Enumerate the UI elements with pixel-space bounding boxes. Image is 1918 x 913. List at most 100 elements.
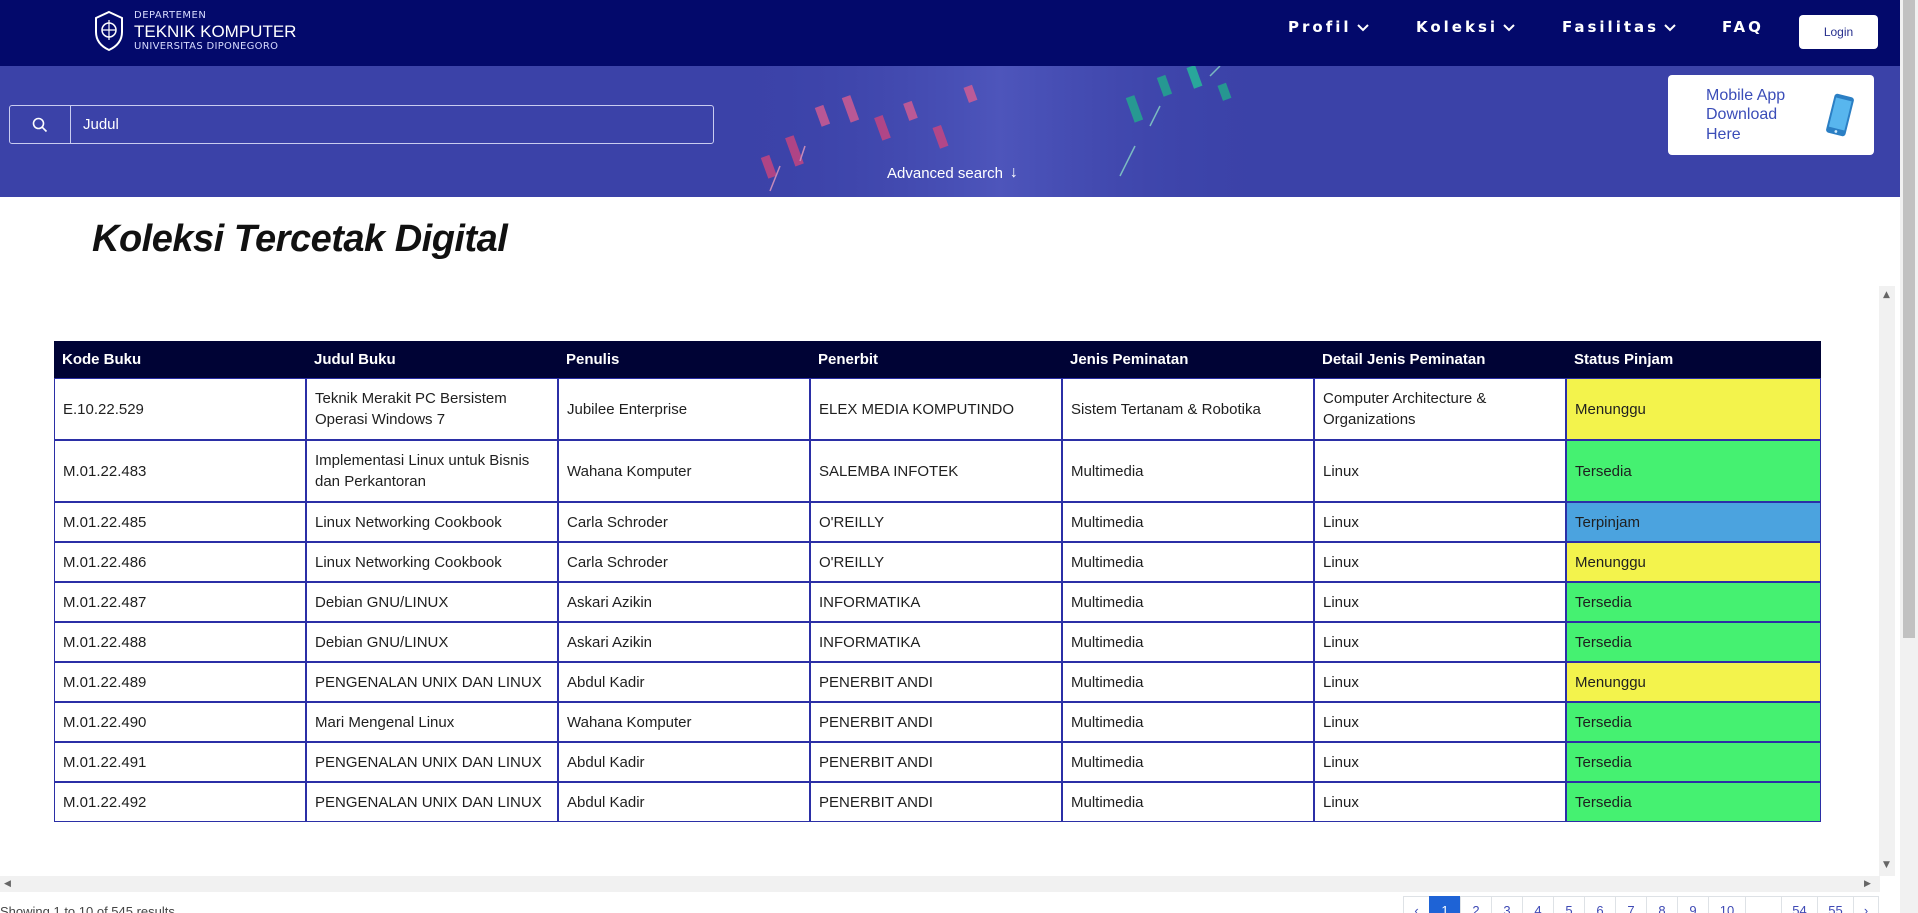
table-row[interactable]: M.01.22.487 Debian GNU/LINUX Askari Azik… bbox=[54, 582, 1821, 622]
cell-judul-buku: PENGENALAN UNIX DAN LINUX bbox=[306, 662, 558, 702]
cell-judul-buku: PENGENALAN UNIX DAN LINUX bbox=[306, 782, 558, 822]
cell-detail-jenis-peminatan: Linux bbox=[1314, 582, 1566, 622]
scroll-left-arrow-icon[interactable]: ◀ bbox=[4, 879, 11, 889]
cell-detail-jenis-peminatan: Linux bbox=[1314, 622, 1566, 662]
status-badge: Tersedia bbox=[1566, 582, 1821, 622]
status-badge: Terpinjam bbox=[1566, 502, 1821, 542]
table-horizontal-scrollbar[interactable] bbox=[0, 876, 1880, 892]
nav-faq-label: FAQ bbox=[1722, 18, 1764, 36]
pagination-prev-button[interactable]: ‹ bbox=[1403, 896, 1429, 913]
col-header-status-pinjam[interactable]: Status Pinjam bbox=[1566, 341, 1821, 378]
advanced-search-link[interactable]: Advanced search ↓ bbox=[887, 164, 1018, 182]
university-seal-icon bbox=[95, 10, 123, 52]
search-box[interactable] bbox=[9, 105, 714, 144]
cell-jenis-peminatan: Multimedia bbox=[1062, 502, 1314, 542]
logo-line-1: DEPARTEMEN bbox=[134, 9, 207, 21]
cell-jenis-peminatan: Multimedia bbox=[1062, 440, 1314, 502]
cell-penerbit: INFORMATIKA bbox=[810, 622, 1062, 662]
col-header-detail-jenis-peminatan[interactable]: Detail Jenis Peminatan bbox=[1314, 341, 1566, 378]
cell-penerbit: PENERBIT ANDI bbox=[810, 782, 1062, 822]
pagination-page-1[interactable]: 1 bbox=[1429, 896, 1460, 913]
pagination-page-6[interactable]: 6 bbox=[1584, 896, 1615, 913]
scroll-up-arrow-icon[interactable]: ▲ bbox=[1883, 290, 1890, 300]
collection-table: Kode Buku Judul Buku Penulis Penerbit Je… bbox=[54, 341, 1821, 822]
scroll-down-arrow-icon[interactable]: ▼ bbox=[1883, 860, 1890, 870]
pagination-page-7[interactable]: 7 bbox=[1615, 896, 1646, 913]
table-row[interactable]: M.01.22.489 PENGENALAN UNIX DAN LINUX Ab… bbox=[54, 662, 1821, 702]
cell-judul-buku: Debian GNU/LINUX bbox=[306, 582, 558, 622]
cell-penerbit: PENERBIT ANDI bbox=[810, 662, 1062, 702]
page-scrollbar-thumb[interactable] bbox=[1903, 0, 1915, 638]
page: DEPARTEMEN TEKNIK KOMPUTER UNIVERSITAS D… bbox=[0, 0, 1918, 913]
pagination-page-8[interactable]: 8 bbox=[1646, 896, 1677, 913]
nav-profil-label: Profil bbox=[1288, 18, 1352, 36]
pagination-page-55[interactable]: 55 bbox=[1817, 896, 1853, 913]
cell-judul-buku: Linux Networking Cookbook bbox=[306, 502, 558, 542]
pagination-page-9[interactable]: 9 bbox=[1677, 896, 1708, 913]
cell-penerbit: SALEMBA INFOTEK bbox=[810, 440, 1062, 502]
col-header-penerbit[interactable]: Penerbit bbox=[810, 341, 1062, 378]
col-header-jenis-peminatan[interactable]: Jenis Peminatan bbox=[1062, 341, 1314, 378]
status-badge: Menunggu bbox=[1566, 542, 1821, 582]
cell-jenis-peminatan: Multimedia bbox=[1062, 622, 1314, 662]
pagination-page-3[interactable]: 3 bbox=[1491, 896, 1522, 913]
cell-detail-jenis-peminatan: Linux bbox=[1314, 502, 1566, 542]
nav-koleksi[interactable]: Koleksi bbox=[1416, 18, 1516, 36]
cell-judul-buku: Implementasi Linux untuk Bisnis dan Perk… bbox=[306, 440, 558, 502]
cell-jenis-peminatan: Multimedia bbox=[1062, 542, 1314, 582]
cell-kode-buku: M.01.22.485 bbox=[54, 502, 306, 542]
mobile-app-card[interactable]: Mobile App Download Here bbox=[1668, 75, 1874, 155]
logo-line-3: UNIVERSITAS DIPONEGORO bbox=[134, 40, 279, 52]
nav-faq[interactable]: FAQ bbox=[1722, 18, 1764, 36]
pagination-page-5[interactable]: 5 bbox=[1553, 896, 1584, 913]
department-logo[interactable]: DEPARTEMEN TEKNIK KOMPUTER UNIVERSITAS D… bbox=[92, 10, 296, 52]
pagination-next-button[interactable]: › bbox=[1853, 896, 1879, 913]
chevron-down-icon bbox=[1356, 24, 1369, 32]
login-button[interactable]: Login bbox=[1799, 15, 1878, 49]
table-row[interactable]: M.01.22.485 Linux Networking Cookbook Ca… bbox=[54, 502, 1821, 542]
table-row[interactable]: E.10.22.529 Teknik Merakit PC Bersistem … bbox=[54, 378, 1821, 440]
pagination-page-4[interactable]: 4 bbox=[1522, 896, 1553, 913]
pagination-page-54[interactable]: 54 bbox=[1781, 896, 1817, 913]
nav-fasilitas[interactable]: Fasilitas bbox=[1562, 18, 1677, 36]
table-row[interactable]: M.01.22.483 Implementasi Linux untuk Bis… bbox=[54, 440, 1821, 502]
status-badge: Menunggu bbox=[1566, 662, 1821, 702]
cell-jenis-peminatan: Multimedia bbox=[1062, 742, 1314, 782]
cell-jenis-peminatan: Multimedia bbox=[1062, 662, 1314, 702]
cell-penulis: Wahana Komputer bbox=[558, 702, 810, 742]
cell-detail-jenis-peminatan: Linux bbox=[1314, 662, 1566, 702]
table-row[interactable]: M.01.22.490 Mari Mengenal Linux Wahana K… bbox=[54, 702, 1821, 742]
table-row[interactable]: M.01.22.486 Linux Networking Cookbook Ca… bbox=[54, 542, 1821, 582]
col-header-kode-buku[interactable]: Kode Buku bbox=[54, 341, 306, 378]
cell-penulis: Carla Schroder bbox=[558, 502, 810, 542]
results-summary: Showing 1 to 10 of 545 results bbox=[0, 904, 175, 913]
scroll-right-arrow-icon[interactable]: ▶ bbox=[1864, 879, 1871, 889]
search-input[interactable] bbox=[71, 106, 713, 143]
table-row[interactable]: M.01.22.491 PENGENALAN UNIX DAN LINUX Ab… bbox=[54, 742, 1821, 782]
phone-icon bbox=[1826, 93, 1854, 137]
cell-jenis-peminatan: Multimedia bbox=[1062, 702, 1314, 742]
cell-penulis: Askari Azikin bbox=[558, 582, 810, 622]
pagination-page-2[interactable]: 2 bbox=[1460, 896, 1491, 913]
cell-kode-buku: M.01.22.488 bbox=[54, 622, 306, 662]
table-vertical-scrollbar[interactable] bbox=[1879, 286, 1895, 876]
nav-profil[interactable]: Profil bbox=[1288, 18, 1370, 36]
cell-penerbit: PENERBIT ANDI bbox=[810, 702, 1062, 742]
table-row[interactable]: M.01.22.488 Debian GNU/LINUX Askari Azik… bbox=[54, 622, 1821, 662]
col-header-judul-buku[interactable]: Judul Buku bbox=[306, 341, 558, 378]
cell-kode-buku: E.10.22.529 bbox=[54, 378, 306, 440]
col-header-penulis[interactable]: Penulis bbox=[558, 341, 810, 378]
pagination-page-10[interactable]: 10 bbox=[1708, 896, 1745, 913]
pagination: ‹ 1 2 3 4 5 6 7 8 9 10 ... 54 55 › bbox=[1403, 896, 1879, 913]
cell-judul-buku: Teknik Merakit PC Bersistem Operasi Wind… bbox=[306, 378, 558, 440]
search-button[interactable] bbox=[10, 106, 71, 143]
cell-judul-buku: Mari Mengenal Linux bbox=[306, 702, 558, 742]
cell-kode-buku: M.01.22.492 bbox=[54, 782, 306, 822]
cell-penulis: Carla Schroder bbox=[558, 542, 810, 582]
cell-detail-jenis-peminatan: Computer Architecture & Organizations bbox=[1314, 378, 1566, 440]
logo-line-2: TEKNIK KOMPUTER bbox=[134, 21, 297, 41]
nav-koleksi-label: Koleksi bbox=[1416, 18, 1499, 36]
table-row[interactable]: M.01.22.492 PENGENALAN UNIX DAN LINUX Ab… bbox=[54, 782, 1821, 822]
status-badge: Tersedia bbox=[1566, 702, 1821, 742]
status-badge: Tersedia bbox=[1566, 622, 1821, 662]
